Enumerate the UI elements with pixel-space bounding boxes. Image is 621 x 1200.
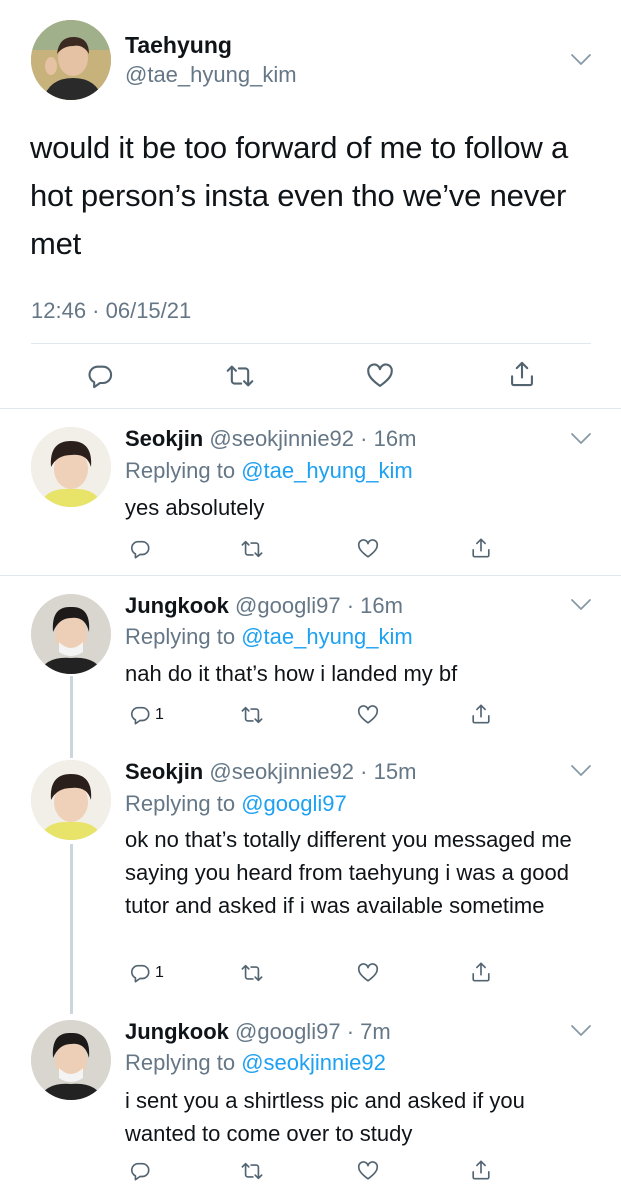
tweet-timestamp: 12:46 · 06/15/21 xyxy=(31,298,192,323)
chevron-down-icon[interactable] xyxy=(570,598,592,612)
author-handle[interactable]: @googli97 xyxy=(235,593,341,618)
retweet-icon[interactable] xyxy=(241,962,263,984)
replying-to: Replying to @googli97 xyxy=(125,791,347,817)
avatar[interactable] xyxy=(31,1020,111,1100)
author-handle[interactable]: @googli97 xyxy=(235,1019,341,1044)
reply-text: ok no that’s totally different you messa… xyxy=(125,827,572,918)
like-icon[interactable] xyxy=(357,1160,379,1182)
author-name[interactable]: Seokjin xyxy=(125,426,203,451)
replying-to-link[interactable]: @tae_hyung_kim xyxy=(241,624,413,649)
reply-text: nah do it that’s how i landed my bf xyxy=(125,661,458,686)
reply-icon[interactable] xyxy=(86,362,114,390)
thread-line xyxy=(70,676,73,758)
reply-time: · 16m xyxy=(360,426,417,451)
like-icon[interactable] xyxy=(357,538,379,560)
replying-to-label: Replying to xyxy=(125,791,236,816)
like-icon[interactable] xyxy=(357,704,379,726)
avatar[interactable] xyxy=(31,20,111,100)
reply-header: Jungkook @googli97 · 7m xyxy=(125,1019,391,1045)
chevron-down-icon[interactable] xyxy=(570,432,592,446)
chevron-down-icon[interactable] xyxy=(570,764,592,778)
replying-to: Replying to @tae_hyung_kim xyxy=(125,458,413,484)
replying-to-link[interactable]: @tae_hyung_kim xyxy=(241,458,413,483)
replying-to-link[interactable]: @googli97 xyxy=(241,791,347,816)
reply-time: · 15m xyxy=(360,759,417,784)
reply-time: · 16m xyxy=(346,593,403,618)
share-icon[interactable] xyxy=(508,360,536,388)
avatar[interactable] xyxy=(31,594,111,674)
reply-icon[interactable] xyxy=(129,962,151,984)
reply-icon[interactable] xyxy=(129,704,151,726)
retweet-icon[interactable] xyxy=(226,362,254,390)
like-icon[interactable] xyxy=(366,362,394,390)
reply-header: Seokjin @seokjinnie92 · 16m xyxy=(125,426,416,452)
reply-text: i sent you a shirtless pic and asked if … xyxy=(125,1088,525,1146)
replying-to-label: Replying to xyxy=(125,458,236,483)
reply-text: yes absolutely xyxy=(125,495,265,520)
replying-to-label: Replying to xyxy=(125,624,236,649)
author-handle[interactable]: @tae_hyung_kim xyxy=(125,62,297,88)
chevron-down-icon[interactable] xyxy=(570,53,592,67)
divider xyxy=(0,408,621,409)
reply-count: 1 xyxy=(155,706,164,723)
divider xyxy=(31,343,591,344)
avatar[interactable] xyxy=(31,760,111,840)
replying-to-link[interactable]: @seokjinnie92 xyxy=(241,1050,386,1075)
retweet-icon[interactable] xyxy=(241,1160,263,1182)
reply-header: Seokjin @seokjinnie92 · 15m xyxy=(125,759,416,785)
avatar[interactable] xyxy=(31,427,111,507)
author-name[interactable]: Jungkook xyxy=(125,1019,229,1044)
author-name[interactable]: Taehyung xyxy=(125,32,232,59)
reply-icon[interactable] xyxy=(129,538,151,560)
author-name[interactable]: Seokjin xyxy=(125,759,203,784)
reply-time: · 7m xyxy=(346,1019,391,1044)
retweet-icon[interactable] xyxy=(241,538,263,560)
author-handle[interactable]: @seokjinnie92 xyxy=(209,759,354,784)
author-handle[interactable]: @seokjinnie92 xyxy=(209,426,354,451)
retweet-icon[interactable] xyxy=(241,704,263,726)
replying-to: Replying to @seokjinnie92 xyxy=(125,1050,386,1076)
share-icon[interactable] xyxy=(470,703,492,725)
replying-to-label: Replying to xyxy=(125,1050,236,1075)
share-icon[interactable] xyxy=(470,537,492,559)
chevron-down-icon[interactable] xyxy=(570,1024,592,1038)
divider xyxy=(0,575,621,576)
author-name[interactable]: Jungkook xyxy=(125,593,229,618)
reply-icon[interactable] xyxy=(129,1160,151,1182)
thread-line xyxy=(70,844,73,1014)
tweet-text: would it be too forward of me to follow … xyxy=(30,130,569,261)
reply-count: 1 xyxy=(155,964,164,981)
share-icon[interactable] xyxy=(470,1159,492,1181)
replying-to: Replying to @tae_hyung_kim xyxy=(125,624,413,650)
like-icon[interactable] xyxy=(357,962,379,984)
share-icon[interactable] xyxy=(470,961,492,983)
reply-header: Jungkook @googli97 · 16m xyxy=(125,593,403,619)
